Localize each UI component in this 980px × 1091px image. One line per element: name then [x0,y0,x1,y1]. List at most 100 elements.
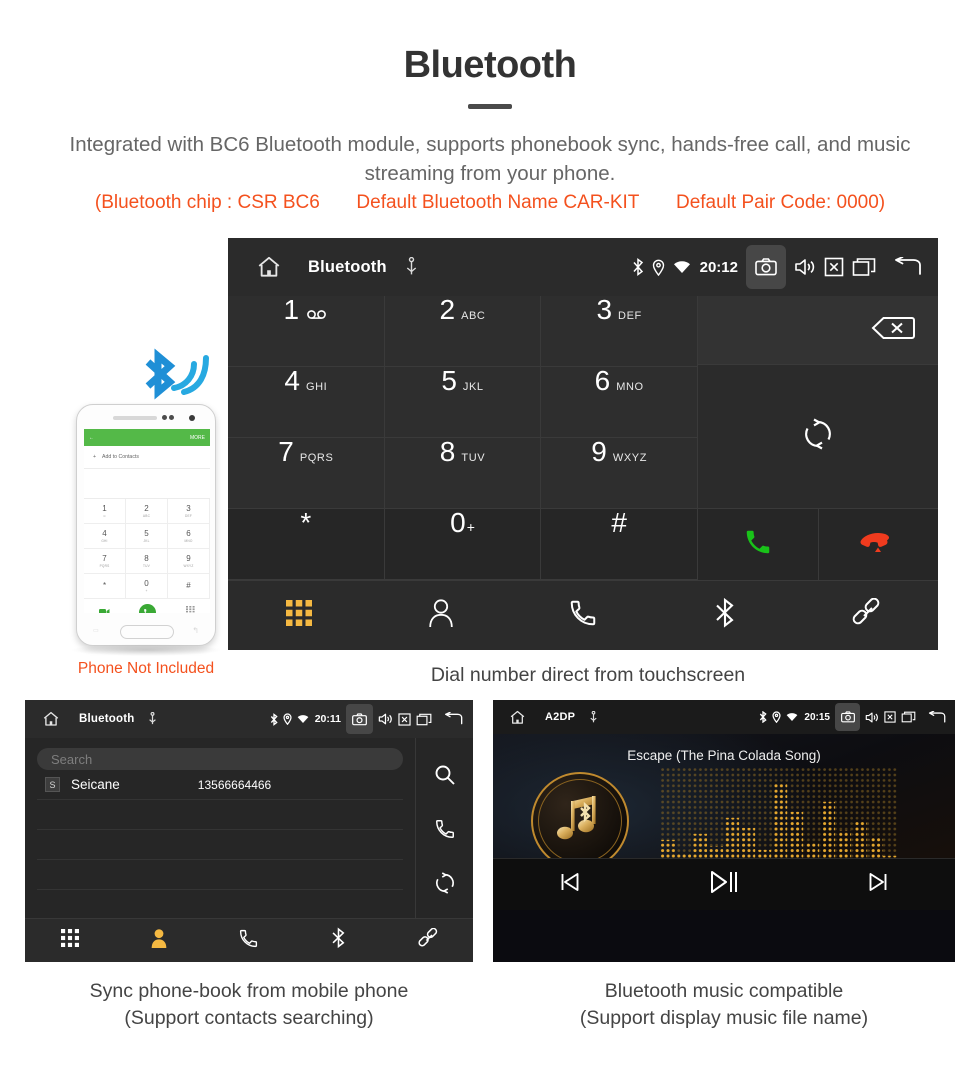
contact-row[interactable]: S Seicane 13566664466 [37,770,403,800]
key-2[interactable]: 2 ABC [384,296,542,367]
usb-icon [405,256,418,277]
key-9[interactable]: 9 WXYZ [541,438,698,509]
search-input[interactable]: Search [37,748,403,770]
title-divider [468,104,512,109]
volume-icon[interactable] [378,712,393,726]
sync-icon[interactable] [434,871,456,899]
hangup-button[interactable] [818,509,938,580]
nav-link[interactable] [796,597,938,633]
plus-icon: + [93,454,97,460]
key-6[interactable]: 6 MNO [541,367,698,438]
usb-icon [589,710,598,724]
phonebook-status-icons: 20:11 [265,700,463,738]
dialer-keypad: 1 2 ABC 3 DEF 4 GHI 5 JKL 6 MNO 7 PQRS 8… [228,296,938,580]
sync-button[interactable] [698,365,938,509]
phone-key: # [168,574,210,599]
wifi-icon [786,712,798,722]
nav-keypad[interactable] [25,929,115,952]
spec-pair-code: Default Pair Code: 0000) [675,192,886,213]
camera-icon[interactable] [746,245,786,289]
backspace-icon[interactable] [870,314,916,347]
phonebook-clock: 20:11 [314,713,341,725]
next-button[interactable] [801,871,955,898]
key-8[interactable]: 8 TUV [384,438,542,509]
bluetooth-icon [632,258,644,276]
phone-dialer-actions [84,599,210,613]
phonebook-body: Search S Seicane 13566664466 [25,738,473,918]
phone-illustration: ← MORE + Add to Contacts 1 ∞ 2 ABC 3 DEF 4G… [36,342,221,682]
phone-key: 1 ∞ [84,499,126,524]
phonebook-actions [415,738,473,918]
close-box-icon[interactable] [398,712,411,726]
nav-bluetooth[interactable] [654,597,796,634]
camera-icon[interactable] [835,703,860,731]
key-3[interactable]: 3 DEF [541,296,698,367]
phone-key: 0 + [126,574,168,599]
phone-back-arrow-icon: ← [89,434,94,441]
search-icon[interactable] [434,764,456,791]
call-button[interactable] [698,509,819,580]
close-box-icon[interactable] [884,711,896,723]
camera-icon[interactable] [346,704,373,734]
recents-icon[interactable] [852,257,876,277]
home-icon[interactable] [42,710,60,728]
phone-key: 5 JKL [126,524,168,549]
contacts-icon [428,598,454,633]
phone-sensor-2 [169,415,174,420]
phonebook-caption: Sync phone-book from mobile phone (Suppo… [25,978,473,1032]
music-bluetooth-logo [531,772,629,870]
phone-key: 6 MNO [168,524,210,549]
hangup-icon [860,530,896,559]
page-subtitle: Integrated with BC6 Bluetooth module, su… [69,133,911,185]
previous-button[interactable] [493,871,647,898]
music-clock: 20:15 [804,711,830,723]
keypad-side-panel [698,296,938,580]
phone-menu-key-icon: ▭ [93,628,99,634]
key-5[interactable]: 5 JKL [384,367,542,438]
nav-calls[interactable] [512,598,654,633]
nav-link[interactable] [383,927,473,954]
phone-key: 3 DEF [168,499,210,524]
phone-not-included-note: Phone Not Included [77,660,215,677]
back-icon[interactable] [927,710,946,724]
music-caption-line2: (Support display music file name) [579,1007,869,1029]
usb-icon [148,711,157,726]
key-7[interactable]: 7 PQRS [228,438,385,509]
key-star[interactable]: * [228,509,385,580]
bluetooth-icon [270,712,278,726]
avatar: S [45,777,60,792]
volume-icon[interactable] [794,257,816,277]
music-controls [493,858,955,910]
volume-icon[interactable] [865,711,879,724]
home-icon[interactable] [256,254,282,280]
recents-icon[interactable] [416,713,432,726]
nav-keypad[interactable] [228,600,370,631]
contacts-icon [150,928,168,953]
back-icon[interactable] [892,257,922,277]
phone-videocall-icon [98,603,110,613]
nav-calls[interactable] [204,928,294,954]
key-1[interactable]: 1 [228,296,385,367]
spec-line: (Bluetooth chip : CSR BC6 Default Blueto… [0,192,980,214]
call-actions [698,509,938,580]
key-hash[interactable]: # [541,509,698,580]
home-icon[interactable] [509,709,526,726]
nav-contacts[interactable] [115,928,205,953]
phone-sensor-1 [162,415,167,420]
call-icon [743,527,773,562]
wifi-icon [297,714,309,724]
key-0[interactable]: 0 + [384,509,542,580]
spec-name: Default Bluetooth Name CAR-KIT [356,192,640,213]
phone-more-label: MORE [190,434,205,441]
phone-app-bar: ← MORE [84,429,210,446]
nav-bluetooth[interactable] [294,927,384,954]
phonebook-caption-line2: (Support contacts searching) [124,1007,374,1029]
back-icon[interactable] [443,712,463,726]
recents-icon[interactable] [901,711,916,723]
call-icon[interactable] [434,818,456,845]
nav-contacts[interactable] [370,598,512,633]
bluetooth-icon [759,711,768,723]
play-pause-button[interactable] [647,869,801,900]
key-4[interactable]: 4 GHI [228,367,385,438]
close-box-icon[interactable] [824,257,844,277]
